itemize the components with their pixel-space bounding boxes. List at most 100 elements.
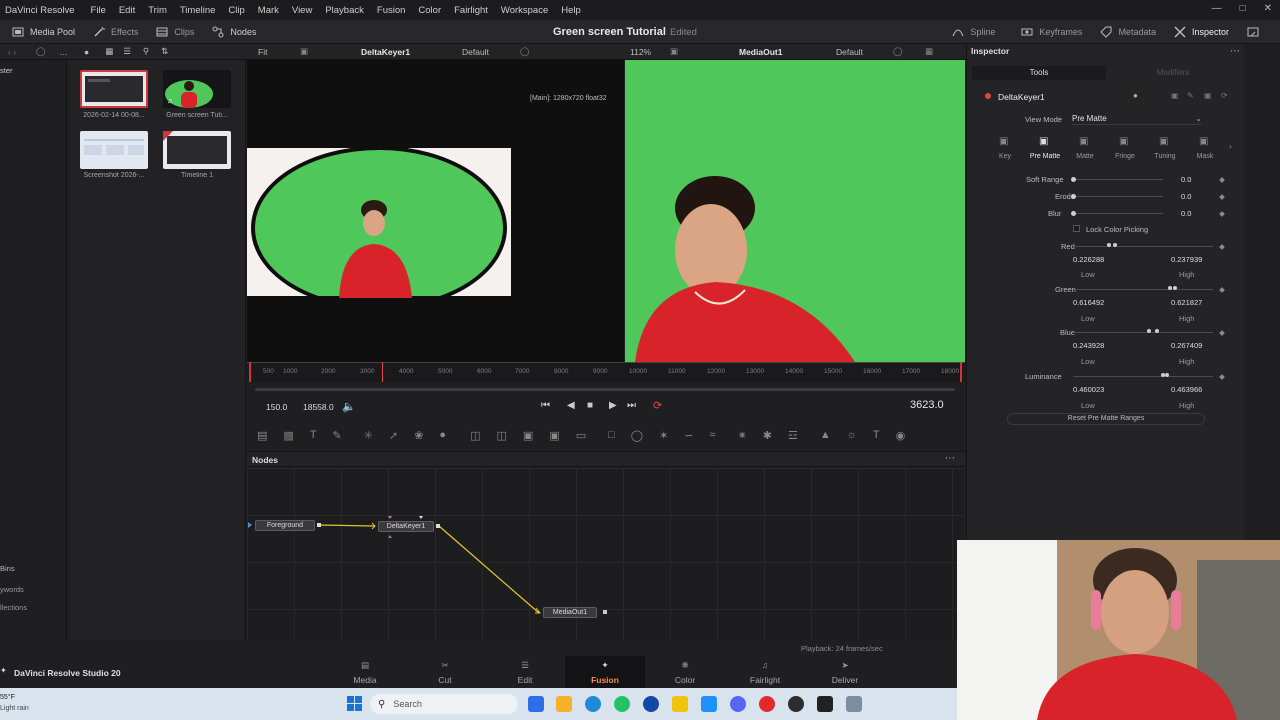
obs-icon[interactable] [788, 696, 804, 712]
shape-3d-icon[interactable]: ✱ [763, 429, 772, 442]
brightness-contrast-icon[interactable]: ● [439, 429, 446, 441]
keyframe-diamond-icon[interactable] [1219, 244, 1225, 250]
tuning-tab-icon[interactable]: ▣ [1159, 136, 1168, 147]
tab-tools[interactable]: Tools [972, 66, 1106, 80]
page-edit[interactable]: ☰ Edit [485, 656, 565, 688]
tool-enable-dot[interactable] [985, 93, 991, 99]
red-low-knob[interactable] [1107, 243, 1111, 247]
collections-bin[interactable]: llections [0, 603, 27, 612]
luminance-high-knob[interactable] [1165, 373, 1169, 377]
inspector-button[interactable]: Inspector [1165, 20, 1238, 44]
whatsapp-icon[interactable] [614, 696, 630, 712]
clip-thumb-screenshot[interactable] [80, 131, 148, 169]
tab-modifiers[interactable]: Modifiers [1106, 66, 1240, 80]
soft-range-knob[interactable] [1071, 177, 1076, 182]
node-garbage-matte-input[interactable] [388, 516, 392, 519]
stop-icon[interactable]: ■ [587, 400, 593, 411]
viewer-right-node[interactable]: MediaOut1 [739, 47, 782, 57]
notes-app-icon[interactable] [672, 696, 688, 712]
close-icon[interactable]: ✕ [1264, 3, 1272, 14]
viewer-left-node[interactable]: DeltaKeyer1 [361, 47, 410, 57]
keyframe-diamond-icon[interactable] [1219, 330, 1225, 336]
smart-bins-label[interactable]: Bins [0, 564, 15, 573]
page-color[interactable]: ❋ Color [645, 656, 725, 688]
node-delta-keyer[interactable]: DeltaKeyer1 [378, 521, 434, 532]
tool-pin-icon[interactable]: ✎ [1187, 91, 1194, 100]
page-fusion[interactable]: ✦ Fusion [565, 656, 645, 688]
page-cut[interactable]: ✂ Cut [405, 656, 485, 688]
messenger-icon[interactable] [643, 696, 659, 712]
subtab-fringe[interactable]: Fringe [1105, 153, 1145, 160]
blur-value[interactable]: 0.0 [1181, 209, 1191, 218]
node-editor[interactable]: Foreground DeltaKeyer1 MediaOut1 [247, 468, 965, 640]
polygon-mask-icon[interactable]: ✶ [659, 429, 668, 442]
light-3d-icon[interactable]: ☼ [847, 429, 857, 441]
blur-knob[interactable] [1071, 211, 1076, 216]
back-arrow-icon[interactable]: ‹ › [8, 47, 16, 57]
panel-expand-button[interactable] [1238, 20, 1274, 44]
maximize-icon[interactable]: □ [1240, 3, 1246, 14]
nodes-button[interactable]: Nodes [203, 20, 265, 44]
rectangle-mask-icon[interactable]: □ [608, 429, 615, 441]
soft-range-value[interactable]: 0.0 [1181, 175, 1191, 184]
menu-playback[interactable]: Playback [325, 5, 364, 16]
discord-icon[interactable] [730, 696, 746, 712]
erode-track[interactable] [1073, 196, 1163, 197]
key-tab-icon[interactable]: ▣ [999, 136, 1008, 147]
playhead[interactable] [382, 362, 383, 382]
view-mode-dropdown[interactable]: Pre Matte ⌄ [1072, 112, 1202, 125]
mask-paint-icon[interactable]: ▣ [549, 429, 559, 442]
blue-low-value[interactable]: 0.243928 [1073, 341, 1104, 350]
media-pool-button[interactable]: Media Pool [3, 20, 84, 44]
play-reverse-icon[interactable]: ◀ [567, 400, 575, 411]
camera-3d-icon[interactable]: ▲ [820, 429, 831, 441]
tool-lock-icon[interactable]: ▣ [1204, 91, 1212, 100]
color-corrector-icon[interactable]: ❀ [414, 429, 423, 442]
viewer-left-lut-icon[interactable]: ▣ [300, 46, 308, 57]
lock-color-picking-checkbox[interactable] [1073, 225, 1080, 232]
keyframe-diamond-icon[interactable] [1219, 287, 1225, 293]
search-icon[interactable]: ⚲ [143, 46, 149, 57]
reset-pre-matte-ranges-button[interactable]: Reset Pre Matte Ranges [1007, 413, 1205, 425]
record-dot-icon[interactable]: ● [84, 47, 89, 57]
matte-tab-icon[interactable]: ▣ [1079, 136, 1088, 147]
luminance-range-track[interactable] [1073, 376, 1213, 377]
snipping-tool-icon[interactable] [846, 696, 862, 712]
task-view-icon[interactable] [528, 696, 544, 712]
green-high-knob[interactable] [1173, 286, 1177, 290]
erode-value[interactable]: 0.0 [1181, 192, 1191, 201]
blue-low-knob[interactable] [1147, 329, 1151, 333]
red-low-value[interactable]: 0.226288 [1073, 255, 1104, 264]
viewer-right-zoom[interactable]: 112% [630, 47, 651, 57]
page-fairlight[interactable]: ♫ Fairlight [725, 656, 805, 688]
link-icon[interactable]: ◯ [36, 46, 46, 57]
node-output-handle[interactable] [436, 524, 440, 528]
ellipse-mask-icon[interactable]: ◯ [631, 429, 643, 442]
minimize-icon[interactable]: — [1212, 3, 1222, 14]
chevron-right-icon[interactable]: › [1229, 142, 1232, 151]
tool-reset-icon[interactable]: ⟳ [1221, 91, 1228, 100]
soft-range-track[interactable] [1073, 179, 1163, 180]
subtab-matte[interactable]: Matte [1065, 153, 1105, 160]
blue-high-knob[interactable] [1155, 329, 1159, 333]
node-media-out[interactable]: MediaOut1 [543, 607, 597, 618]
viewer-left-fit[interactable]: Fit [258, 47, 267, 57]
menu-app[interactable]: DaVinci Resolve [5, 5, 75, 16]
menu-clip[interactable]: Clip [228, 5, 244, 16]
page-media[interactable]: ▤ Media [325, 656, 405, 688]
go-to-start-icon[interactable]: ⏮ [541, 400, 550, 411]
viewer-right[interactable] [625, 60, 965, 362]
chrome-icon[interactable] [585, 696, 601, 712]
tool-version-icon[interactable]: ▣ [1171, 91, 1179, 100]
renderer-3d-icon[interactable]: ☲ [788, 429, 798, 442]
merge-3d-icon[interactable]: ◉ [896, 429, 906, 442]
nodes-options-icon[interactable]: ⋯ [945, 453, 955, 464]
effects-button[interactable]: Effects [84, 20, 147, 44]
planar-tracker-icon[interactable]: ✷ [738, 429, 747, 442]
viewer-left[interactable]: [Main]: 1280x720 float32 [247, 60, 624, 362]
tool-color-icon[interactable]: ● [1133, 91, 1138, 100]
recorder-icon[interactable] [759, 696, 775, 712]
page-deliver[interactable]: ➤ Deliver [805, 656, 885, 688]
mask-tab-icon[interactable]: ▣ [1199, 136, 1208, 147]
viewer-right-color-icon[interactable]: ◯ [893, 46, 903, 57]
